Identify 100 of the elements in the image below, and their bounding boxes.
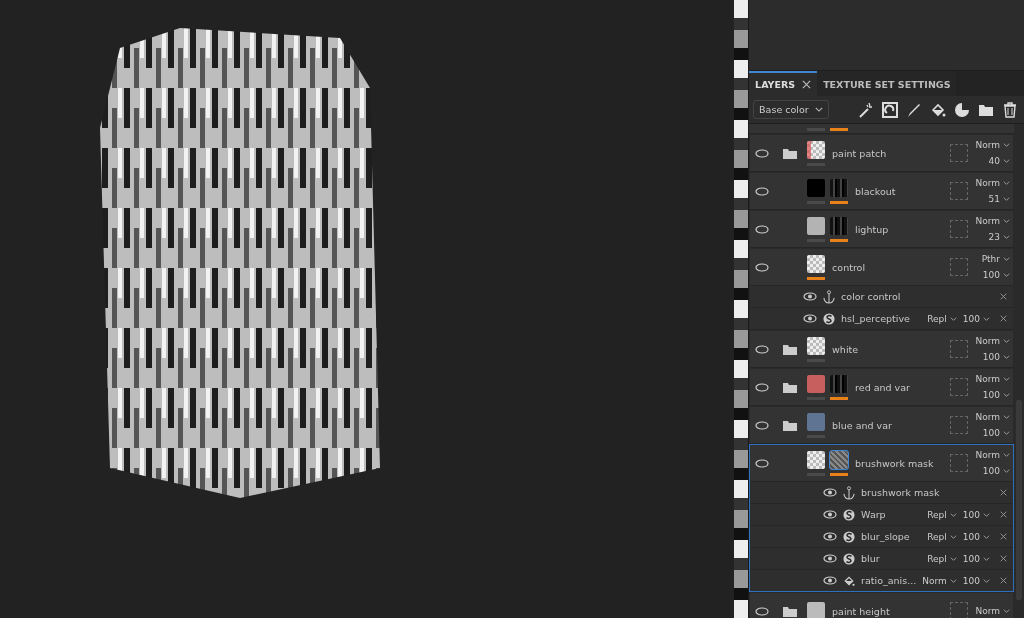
eye-icon[interactable]	[755, 606, 770, 616]
blend-mode-dropdown[interactable]: Norm	[975, 178, 1010, 188]
layer-group[interactable]: control Pthr 100 color control hsl_perceptive Repl 100	[749, 248, 1014, 330]
trash-icon[interactable]	[1002, 101, 1018, 118]
mask-thumbnail[interactable]	[830, 450, 849, 469]
opacity-dropdown[interactable]: 100	[962, 313, 990, 324]
eye-icon[interactable]	[803, 314, 818, 323]
close-icon[interactable]	[1000, 511, 1007, 518]
eye-icon[interactable]	[803, 292, 818, 301]
close-icon[interactable]	[1000, 533, 1007, 540]
layer-group[interactable]: paint patch Norm 40	[749, 134, 1014, 172]
blend-mode-dropdown[interactable]: Repl	[927, 313, 957, 324]
layer-group[interactable]: lightup Norm 23	[749, 210, 1014, 248]
eye-icon[interactable]	[755, 420, 770, 430]
opacity-dropdown[interactable]: 100	[982, 270, 1010, 280]
effect-row[interactable]: ratio_anis... Norm 100	[750, 569, 1013, 591]
chevron-icon	[949, 534, 957, 539]
opacity-dropdown[interactable]: 100	[962, 575, 990, 586]
opacity-dropdown[interactable]: 100	[962, 553, 990, 564]
close-icon[interactable]	[802, 80, 812, 89]
eye-icon[interactable]	[823, 554, 838, 563]
layer-thumbnail[interactable]	[807, 602, 826, 618]
eye-icon[interactable]	[755, 344, 770, 354]
layer-group[interactable]: blackout Norm 51	[749, 172, 1014, 210]
blend-mode-dropdown[interactable]: Norm	[975, 606, 1010, 616]
blend-mode-dropdown[interactable]: Repl	[927, 509, 957, 520]
layer-thumbnail[interactable]	[807, 254, 826, 273]
opacity-dropdown[interactable]: 51	[988, 194, 1010, 204]
channel-dropdown[interactable]: Base color	[753, 100, 829, 119]
layer-thumbnail[interactable]	[807, 178, 826, 197]
eye-icon[interactable]	[823, 488, 838, 497]
effect-row[interactable]: brushwork mask	[750, 481, 1013, 503]
eye-icon[interactable]	[755, 186, 770, 196]
refresh-icon[interactable]	[882, 101, 898, 118]
layer-thumbnail[interactable]	[807, 140, 826, 159]
blend-mode-dropdown[interactable]: Norm	[975, 140, 1010, 150]
effect-row[interactable]: Warp Repl 100	[750, 503, 1013, 525]
close-icon[interactable]	[1000, 315, 1007, 322]
layer-group[interactable]: white Norm 100	[749, 330, 1014, 368]
close-icon[interactable]	[1000, 489, 1007, 496]
layer-group[interactable]: red and var Norm 100	[749, 368, 1014, 406]
blend-mode-dropdown[interactable]: Norm	[975, 216, 1010, 226]
layer-thumbnail[interactable]	[807, 216, 826, 235]
folder-icon	[783, 343, 798, 355]
layer-row[interactable]	[749, 124, 1014, 134]
layer-name: blue and var	[831, 419, 893, 431]
panel-tab[interactable]: LAYERS	[749, 71, 818, 96]
brush-icon[interactable]	[906, 101, 922, 118]
eye-icon[interactable]	[823, 532, 838, 541]
magic-wand-icon[interactable]	[858, 101, 874, 118]
opacity-dropdown[interactable]: 40	[988, 156, 1010, 166]
mask-slot	[950, 416, 968, 434]
layer-group[interactable]: blue and var Norm 100	[749, 406, 1014, 444]
opacity-dropdown[interactable]: 100	[962, 509, 990, 520]
layer-thumbnail[interactable]	[807, 374, 826, 393]
eye-icon[interactable]	[755, 262, 770, 272]
blend-mode-dropdown[interactable]: Norm	[975, 374, 1010, 384]
close-icon[interactable]	[1000, 555, 1007, 562]
opacity-dropdown[interactable]: 100	[982, 428, 1010, 438]
layer-group[interactable]: brushwork mask Norm 100 brushwork mask Warp Repl 100 blur_slope Repl 100 blur Repl 100 ratio_anis... Norm 100	[749, 444, 1014, 592]
fill-bucket-icon[interactable]	[930, 101, 946, 118]
opacity-dropdown[interactable]: 100	[982, 466, 1010, 476]
blend-mode-dropdown[interactable]: Norm	[975, 412, 1010, 422]
opacity-dropdown[interactable]: 100	[962, 531, 990, 542]
mask-thumbnail[interactable]	[830, 178, 849, 197]
eye-icon[interactable]	[755, 382, 770, 392]
mask-thumbnail[interactable]	[830, 216, 849, 235]
opacity-dropdown[interactable]: 100	[982, 390, 1010, 400]
close-icon[interactable]	[1000, 577, 1007, 584]
layer-thumbnail[interactable]	[807, 450, 826, 469]
blend-mode-dropdown[interactable]: Pthr	[981, 254, 1010, 264]
filter-icon	[843, 530, 856, 543]
blend-mode-dropdown[interactable]: Norm	[975, 450, 1010, 460]
pie-icon[interactable]	[954, 101, 970, 118]
effect-row[interactable]: blur Repl 100	[750, 547, 1013, 569]
blend-mode-dropdown[interactable]: Norm	[975, 336, 1010, 346]
eye-icon[interactable]	[755, 148, 770, 158]
opacity-dropdown[interactable]: 23	[988, 232, 1010, 242]
effect-row[interactable]: hsl_perceptive Repl 100	[750, 307, 1013, 329]
opacity-dropdown[interactable]: 100	[982, 352, 1010, 362]
layer-thumbnail[interactable]	[807, 412, 826, 431]
chevron-icon	[983, 512, 990, 517]
chevron-icon	[814, 107, 823, 112]
eye-icon[interactable]	[755, 458, 770, 468]
eye-icon[interactable]	[755, 224, 770, 234]
blend-mode-dropdown[interactable]: Norm	[922, 575, 957, 586]
effect-row[interactable]: blur_slope Repl 100	[750, 525, 1013, 547]
chevron-icon	[1003, 609, 1010, 613]
close-icon[interactable]	[1000, 293, 1007, 300]
eye-icon[interactable]	[823, 510, 838, 519]
chevron-icon	[983, 316, 990, 321]
blend-mode-dropdown[interactable]: Repl	[927, 553, 957, 564]
layer-group[interactable]: paint height Norm	[749, 592, 1014, 618]
layer-name: red and var	[854, 381, 911, 393]
layer-name: brushwork mask	[854, 457, 935, 469]
eye-icon[interactable]	[823, 576, 838, 585]
mask-thumbnail[interactable]	[830, 374, 849, 393]
layer-thumbnail[interactable]	[807, 336, 826, 355]
blend-mode-dropdown[interactable]: Repl	[927, 531, 957, 542]
effect-row[interactable]: color control	[750, 285, 1013, 307]
